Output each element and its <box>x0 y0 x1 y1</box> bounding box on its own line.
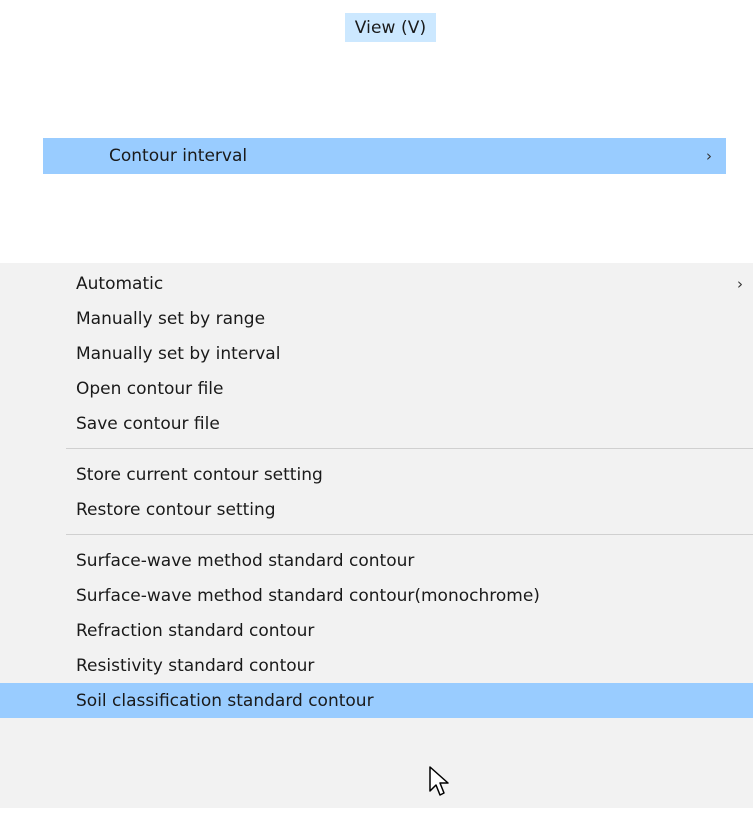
menu-item-restore-contour-setting[interactable]: Restore contour setting <box>0 492 753 527</box>
menu-item-label: Refraction standard contour <box>76 620 315 641</box>
menu-item-refraction-standard-contour[interactable]: Refraction standard contour <box>0 613 753 648</box>
menu-item-manually-set-by-range[interactable]: Manually set by range <box>0 301 753 336</box>
menu-item-label: Open contour file <box>76 378 224 399</box>
menu-item-surface-wave-standard-contour-monochrome[interactable]: Surface-wave method standard contour(mon… <box>0 578 753 613</box>
chevron-right-icon: › <box>737 274 743 293</box>
menu-view[interactable]: View (V) <box>345 13 436 42</box>
arrow-pointer-icon <box>429 766 449 796</box>
menu-item-contour-interval-label: Contour interval <box>109 146 248 166</box>
menu-item-save-contour-file[interactable]: Save contour file <box>0 406 753 441</box>
screen: View (V) Contour interval › Automatic › … <box>0 0 753 825</box>
menu-item-surface-wave-standard-contour[interactable]: Surface-wave method standard contour <box>0 543 753 578</box>
menu-separator <box>66 448 753 449</box>
contour-interval-menu: Automatic › Manually set by range Manual… <box>0 263 753 808</box>
menu-separator <box>66 534 753 535</box>
menu-item-label: Manually set by interval <box>76 343 281 364</box>
menu-item-automatic[interactable]: Automatic › <box>0 266 753 301</box>
menu-item-store-current-contour-setting[interactable]: Store current contour setting <box>0 457 753 492</box>
menu-item-label: Save contour file <box>76 413 220 434</box>
menu-item-label: Resistivity standard contour <box>76 655 315 676</box>
menu-item-label: Soil classification standard contour <box>76 690 374 711</box>
menu-item-open-contour-file[interactable]: Open contour file <box>0 371 753 406</box>
menu-item-contour-interval[interactable]: Contour interval › <box>43 138 726 174</box>
menu-item-resistivity-standard-contour[interactable]: Resistivity standard contour <box>0 648 753 683</box>
menu-item-label: Restore contour setting <box>76 499 276 520</box>
chevron-right-icon: › <box>706 147 712 165</box>
menu-item-label: Store current contour setting <box>76 464 323 485</box>
menu-item-label: Manually set by range <box>76 308 266 329</box>
menu-item-manually-set-by-interval[interactable]: Manually set by interval <box>0 336 753 371</box>
menu-view-label: View (V) <box>354 17 427 38</box>
menu-item-soil-classification-standard-contour[interactable]: Soil classification standard contour <box>0 683 753 718</box>
menu-item-label: Surface-wave method standard contour <box>76 550 415 571</box>
menu-item-label: Surface-wave method standard contour(mon… <box>76 585 540 606</box>
menu-item-label: Automatic <box>76 273 164 294</box>
